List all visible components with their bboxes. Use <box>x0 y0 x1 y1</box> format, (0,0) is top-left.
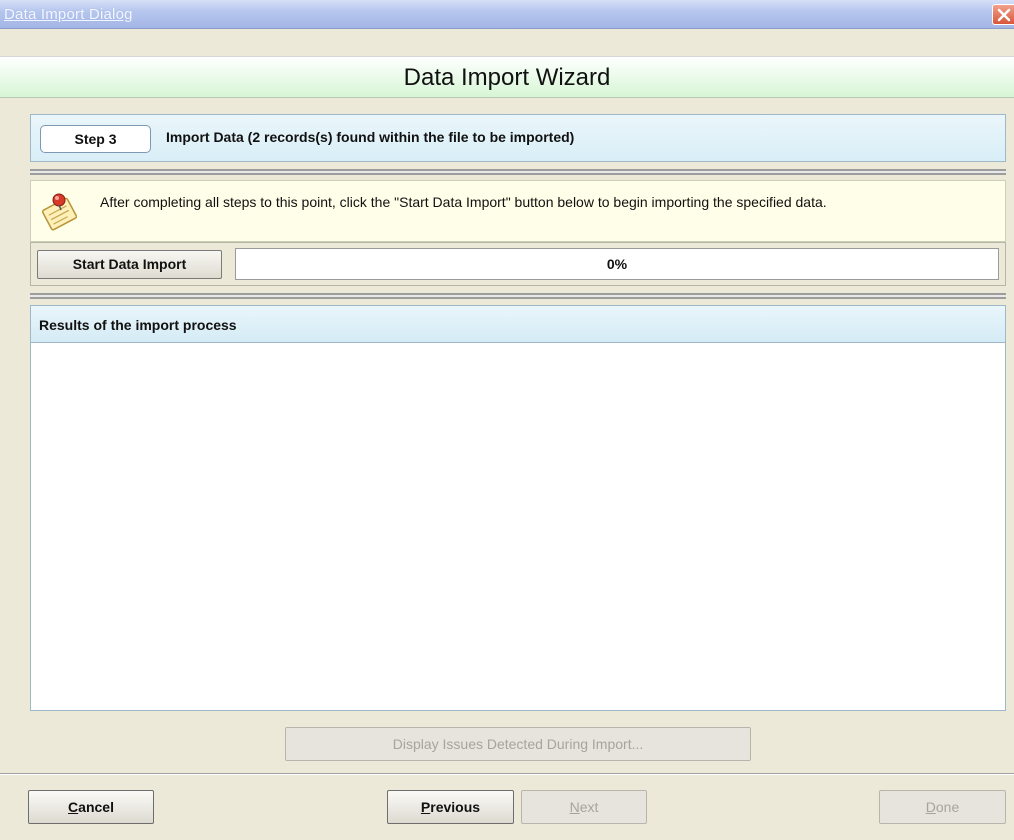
data-import-dialog: Data Import Dialog Data Import Wizard St… <box>0 0 1014 840</box>
results-text-area[interactable] <box>30 343 1006 711</box>
done-button[interactable]: Done <box>879 790 1006 824</box>
window-title: Data Import Dialog <box>4 6 133 23</box>
wizard-title: Data Import Wizard <box>403 64 611 91</box>
display-issues-button[interactable]: Display Issues Detected During Import... <box>285 727 751 761</box>
divider <box>30 293 1006 299</box>
info-panel: After completing all steps to this point… <box>30 180 1006 242</box>
info-text: After completing all steps to this point… <box>100 194 827 210</box>
close-x-icon <box>997 8 1011 22</box>
footer-divider <box>0 773 1014 775</box>
step-panel: Step 3 Import Data (2 records(s) found w… <box>30 114 1006 162</box>
notepad-pin-icon <box>41 193 78 231</box>
import-progress-bar: 0% <box>235 248 999 280</box>
results-header: Results of the import process <box>30 305 1006 343</box>
start-import-row: Start Data Import 0% <box>30 242 1006 286</box>
next-button[interactable]: Next <box>521 790 647 824</box>
wizard-banner: Data Import Wizard <box>0 56 1014 98</box>
cancel-button[interactable]: Cancel <box>28 790 154 824</box>
progress-text: 0% <box>606 256 628 272</box>
previous-button[interactable]: Previous <box>387 790 514 824</box>
step-indicator-button[interactable]: Step 3 <box>40 125 151 153</box>
divider <box>30 169 1006 175</box>
title-bar[interactable]: Data Import Dialog <box>0 0 1014 29</box>
results-header-label: Results of the import process <box>39 317 237 333</box>
close-button[interactable] <box>992 4 1014 25</box>
step-description: Import Data (2 records(s) found within t… <box>166 129 575 145</box>
start-data-import-button[interactable]: Start Data Import <box>37 250 222 279</box>
